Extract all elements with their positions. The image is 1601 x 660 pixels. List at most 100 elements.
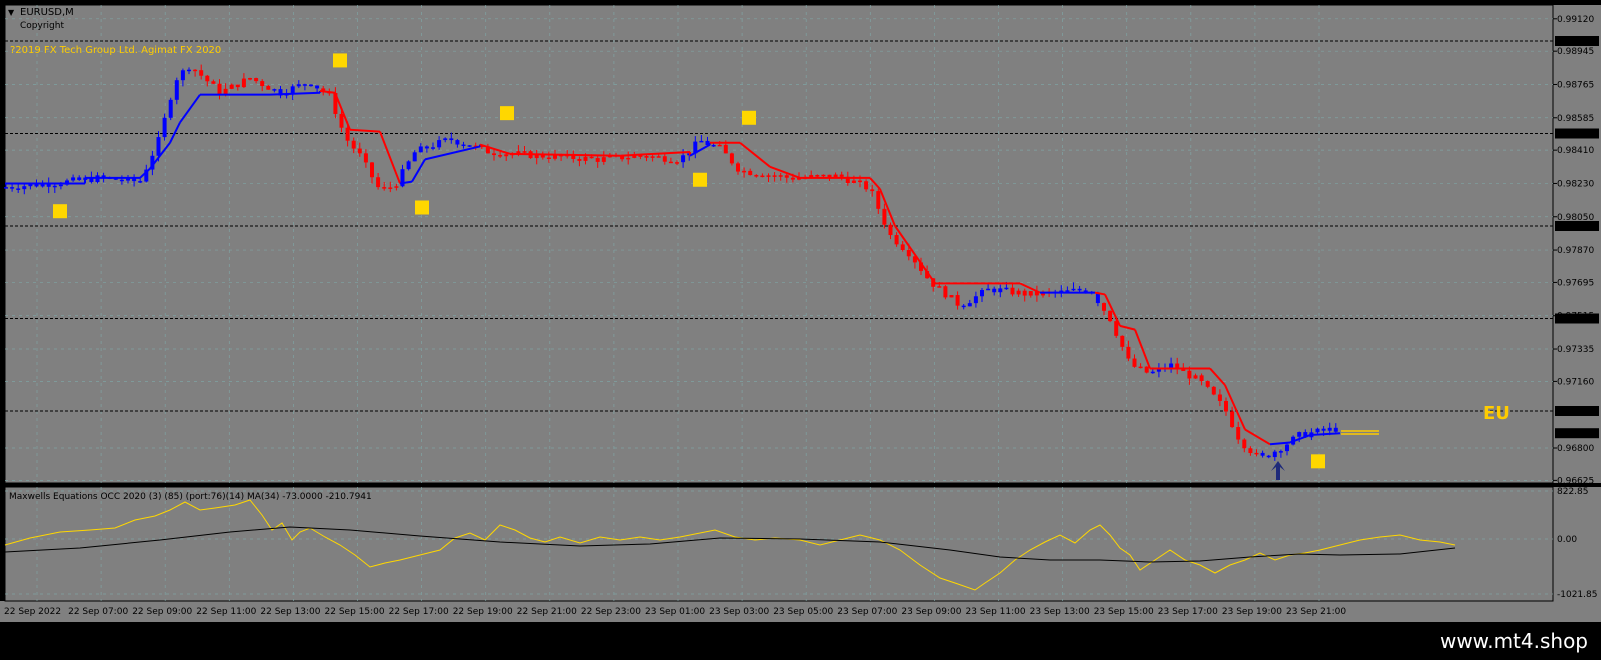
candle-body <box>394 186 399 188</box>
candle-body <box>1327 427 1332 431</box>
watermark-credit: ?2019 FX Tech Group Ltd. Agimat FX 2020 <box>10 45 221 56</box>
level-label: 0.98500 <box>1557 130 1594 140</box>
candle-body <box>858 180 862 183</box>
candle-body <box>1102 303 1106 311</box>
time-tick-label: 22 Sep 15:00 <box>325 607 385 617</box>
time-tick-label: 23 Sep 13:00 <box>1030 607 1090 617</box>
candle-body <box>522 151 527 153</box>
candle-body <box>437 140 442 148</box>
candle-body <box>784 175 789 178</box>
candle-body <box>601 157 606 162</box>
candle-body <box>1217 394 1222 401</box>
signal-box <box>53 204 67 219</box>
candle-body <box>461 144 466 147</box>
candle-body <box>1028 291 1033 296</box>
candle-body <box>644 156 649 158</box>
candle-body <box>589 156 594 159</box>
candle-body <box>119 179 124 182</box>
candle-body <box>1126 346 1131 359</box>
mt4-chart-window[interactable]: 0.99120 0.98945 0.98765 0.98585 0.98410 0.982… <box>0 0 1601 660</box>
candle-body <box>699 140 704 143</box>
price-tick-label: 0.97695 <box>1557 278 1594 288</box>
candle-body <box>205 75 210 82</box>
candle-body <box>1010 287 1015 295</box>
candle-body <box>22 186 27 190</box>
candle-body <box>760 175 765 178</box>
candle-body <box>949 295 954 298</box>
signal-box <box>742 110 756 125</box>
candle-body <box>199 70 204 76</box>
candle-body <box>443 138 448 141</box>
candle-body <box>1169 363 1174 369</box>
time-tick-label: 22 Sep 19:00 <box>453 607 513 617</box>
chart-menu-icon[interactable]: ▼ <box>8 8 15 17</box>
footer-url[interactable]: www.mt4.shop <box>1440 629 1588 653</box>
candle-body <box>626 157 631 160</box>
candle-body <box>431 147 435 149</box>
level-label: 0.99000 <box>1557 37 1594 47</box>
candle-body <box>180 70 185 81</box>
time-tick-label: 23 Sep 09:00 <box>901 607 961 617</box>
copyright-label: Copyright <box>20 21 64 31</box>
candle-body <box>217 83 222 95</box>
candle-body <box>1187 370 1192 379</box>
candle-body <box>1333 427 1338 432</box>
candle-body <box>498 155 503 157</box>
candle-body <box>961 305 966 308</box>
candle-body <box>504 154 509 157</box>
candle-body <box>662 156 667 162</box>
candle-body <box>577 158 582 161</box>
candle-body <box>955 295 960 306</box>
candle-body <box>1016 290 1021 295</box>
candle-body <box>851 180 856 183</box>
candle-body <box>711 144 716 147</box>
time-tick-label: 22 Sep 07:00 <box>68 607 128 617</box>
candle-body <box>370 162 374 178</box>
candle-body <box>1071 288 1076 291</box>
candle-body <box>302 84 307 86</box>
candle-body <box>772 175 777 177</box>
candle-body <box>1108 310 1113 322</box>
candle-body <box>1321 428 1326 431</box>
level-label: 0.97500 <box>1557 315 1594 325</box>
indicator-tick-label: 822.85 <box>1557 487 1589 497</box>
indicator-tick-label: 0.00 <box>1557 535 1577 545</box>
candle-body <box>272 89 277 91</box>
candle-body <box>1254 452 1259 455</box>
time-tick-label: 23 Sep 03:00 <box>709 607 769 617</box>
time-tick-label: 22 Sep 09:00 <box>132 607 192 617</box>
candle-body <box>1205 381 1210 387</box>
candle-body <box>870 189 875 192</box>
candle-body <box>1199 375 1204 382</box>
candle-body <box>986 288 991 291</box>
candle-body <box>248 78 252 80</box>
footer-bar <box>0 622 1601 660</box>
price-tick-label: 0.97335 <box>1557 345 1594 355</box>
price-tick-label: 0.98410 <box>1557 146 1594 156</box>
candle-body <box>668 161 673 164</box>
candle-body <box>1315 428 1320 433</box>
candle-body <box>1260 452 1265 456</box>
signal-box <box>415 200 429 215</box>
indicator-title: Maxwells Equations OCC 2020 (3) (85) (po… <box>9 492 372 502</box>
candle-body <box>1150 371 1155 374</box>
candle-body <box>1022 290 1027 296</box>
candle-body <box>10 187 15 189</box>
candle-body <box>729 153 734 164</box>
candle-body <box>900 244 905 251</box>
candle-body <box>1132 358 1137 367</box>
candle-body <box>168 99 173 118</box>
candle-body <box>894 235 899 245</box>
candle-body <box>418 146 423 153</box>
candle-body <box>675 162 679 164</box>
price-tick-label: 0.96625 <box>1557 476 1594 486</box>
candle-body <box>1004 287 1009 290</box>
candle-body <box>260 81 265 87</box>
candle-body <box>717 144 722 147</box>
level-label: 0.97000 <box>1557 407 1594 417</box>
candle-body <box>736 163 740 172</box>
candle-body <box>595 158 600 162</box>
candle-body <box>723 144 728 154</box>
candle-body <box>138 181 143 183</box>
signal-box <box>500 106 514 121</box>
